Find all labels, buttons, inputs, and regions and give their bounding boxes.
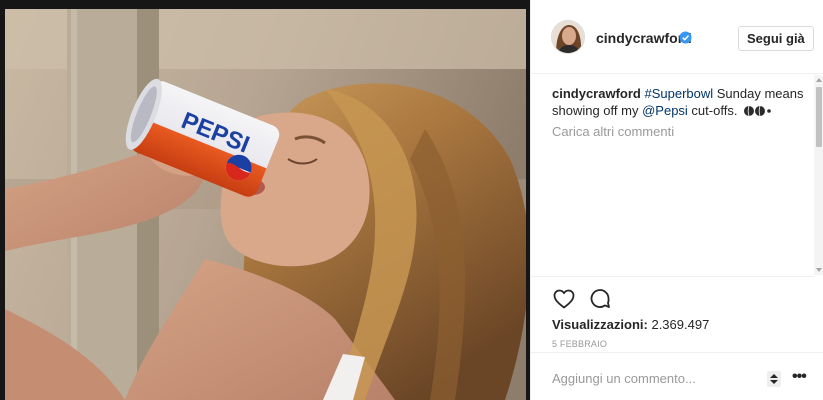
- sort-arrows-icon[interactable]: [767, 371, 781, 387]
- scroll-down-icon[interactable]: [816, 268, 822, 272]
- post-photo[interactable]: PEPSI: [5, 9, 526, 400]
- mention-link[interactable]: @Pepsi: [642, 103, 688, 118]
- instagram-post-modal: PEPSI cindycrawford Segui già cindycrawf…: [0, 0, 823, 400]
- comment-input[interactable]: [552, 367, 772, 389]
- views-label: Visualizzazioni:: [552, 317, 648, 332]
- comment-bubble-icon[interactable]: [588, 287, 612, 311]
- following-button[interactable]: Segui già: [738, 26, 814, 51]
- more-options-icon[interactable]: •••: [792, 369, 807, 385]
- add-comment-section: •••: [531, 352, 823, 400]
- verified-badge-icon: [679, 31, 692, 44]
- post-header: cindycrawford Segui già: [531, 0, 823, 74]
- caption-text-end: cut-offs.: [687, 103, 742, 118]
- comments-scrollbar[interactable]: [814, 75, 823, 275]
- peach-emoji-icon: [744, 105, 771, 117]
- scroll-up-icon[interactable]: [816, 78, 822, 82]
- load-more-comments[interactable]: Carica altri commenti: [552, 124, 674, 139]
- caption-username[interactable]: cindycrawford: [552, 86, 641, 101]
- post-side-panel: cindycrawford Segui già cindycrawford #S…: [530, 0, 823, 400]
- scroll-thumb[interactable]: [816, 87, 822, 147]
- hashtag-link[interactable]: #Superbowl: [644, 86, 713, 101]
- username-link[interactable]: cindycrawford: [596, 30, 692, 46]
- post-actions: Visualizzazioni: 2.369.497 5 FEBBRAIO: [531, 276, 814, 353]
- avatar[interactable]: [551, 20, 585, 54]
- heart-icon[interactable]: [552, 287, 576, 311]
- post-media: PEPSI: [0, 0, 530, 400]
- views-count: Visualizzazioni: 2.369.497: [552, 317, 709, 332]
- views-number: 2.369.497: [651, 317, 710, 332]
- post-date[interactable]: 5 FEBBRAIO: [552, 339, 607, 349]
- caption: cindycrawford #Superbowl Sunday means sh…: [552, 85, 804, 119]
